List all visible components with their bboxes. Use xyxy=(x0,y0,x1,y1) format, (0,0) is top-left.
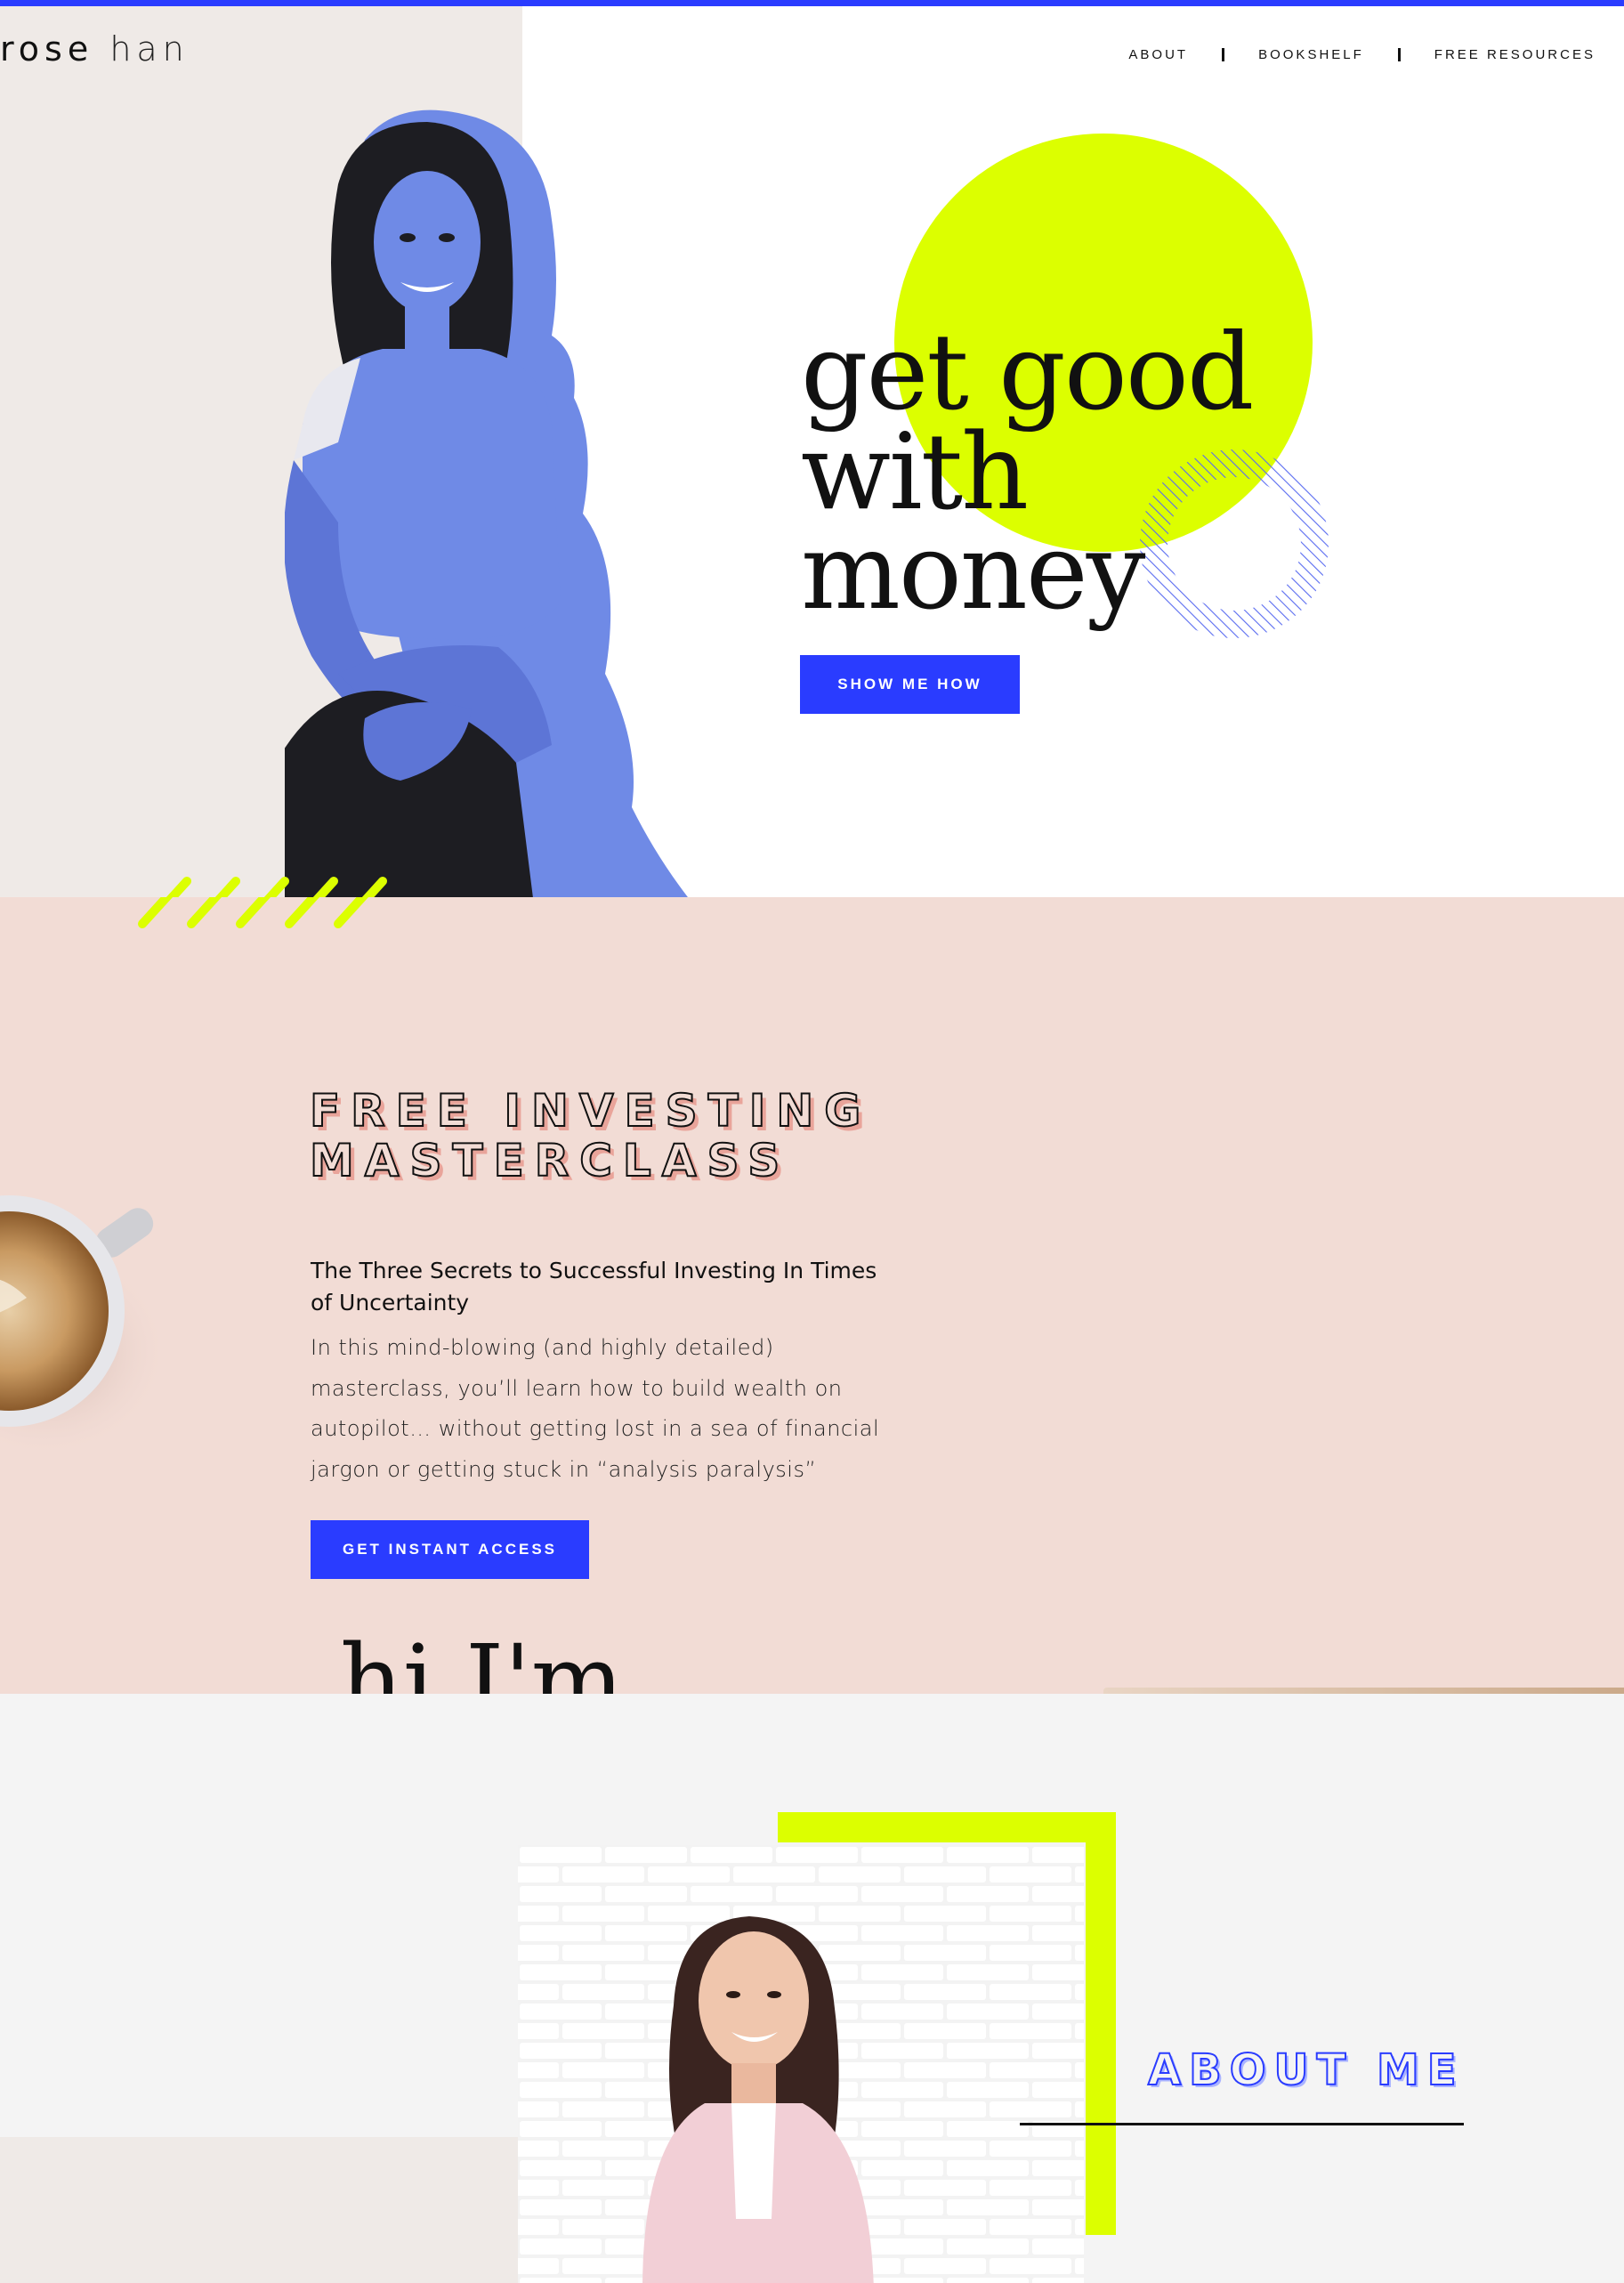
masterclass-title: FREE INVESTING MASTERCLASS xyxy=(309,1085,872,1186)
headline-line-1: get good xyxy=(801,311,1254,433)
diagonal-stripes-icon xyxy=(138,897,369,928)
nav-separator xyxy=(1397,48,1401,61)
show-me-how-button[interactable]: SHOW ME HOW xyxy=(800,655,1020,714)
masterclass-title-line-1: FREE INVESTING xyxy=(309,1085,872,1137)
headline-line-3: money xyxy=(801,510,1145,633)
nav-bookshelf[interactable]: BOOKSHELF xyxy=(1258,47,1364,62)
diagonal-stripes-icon xyxy=(166,877,387,897)
coffee-cup-image xyxy=(0,1195,169,1458)
top-accent-bar xyxy=(0,0,1624,6)
nav-separator xyxy=(1222,48,1225,61)
logo-first: rose xyxy=(0,29,94,69)
masterclass-title-line-2: MASTERCLASS xyxy=(309,1135,791,1186)
greeting-heading: hi I'm xyxy=(340,1623,624,1694)
main-nav: ABOUT BOOKSHELF FREE RESOURCES xyxy=(1128,47,1596,62)
nav-about[interactable]: ABOUT xyxy=(1128,47,1188,62)
about-me-heading: ABOUT ME xyxy=(1147,2044,1465,2096)
wood-surface-edge xyxy=(1103,1688,1624,1694)
logo-last: han xyxy=(109,29,190,69)
headline-line-2: with xyxy=(801,410,1029,533)
masterclass-description: In this mind-blowing (and highly detaile… xyxy=(311,1335,880,1482)
hero-portrait xyxy=(285,104,730,897)
masterclass-section: FREE INVESTING MASTERCLASS The Three Sec… xyxy=(0,897,1624,1694)
masterclass-subtitle: The Three Secrets to Successful Investin… xyxy=(311,1258,877,1316)
site-logo[interactable]: rose han xyxy=(0,29,190,69)
about-beige-panel xyxy=(0,2137,525,2283)
hero-headline: get good with money xyxy=(801,311,1254,633)
about-divider xyxy=(1020,2123,1464,2125)
get-instant-access-button[interactable]: GET INSTANT ACCESS xyxy=(311,1520,589,1579)
about-portrait xyxy=(518,1845,1084,2283)
nav-free-resources[interactable]: FREE RESOURCES xyxy=(1434,47,1596,62)
hero-section: rose han ABOUT BOOKSHELF FREE RESOURCES xyxy=(0,6,1624,897)
about-section: ABOUT ME xyxy=(0,1694,1624,2283)
